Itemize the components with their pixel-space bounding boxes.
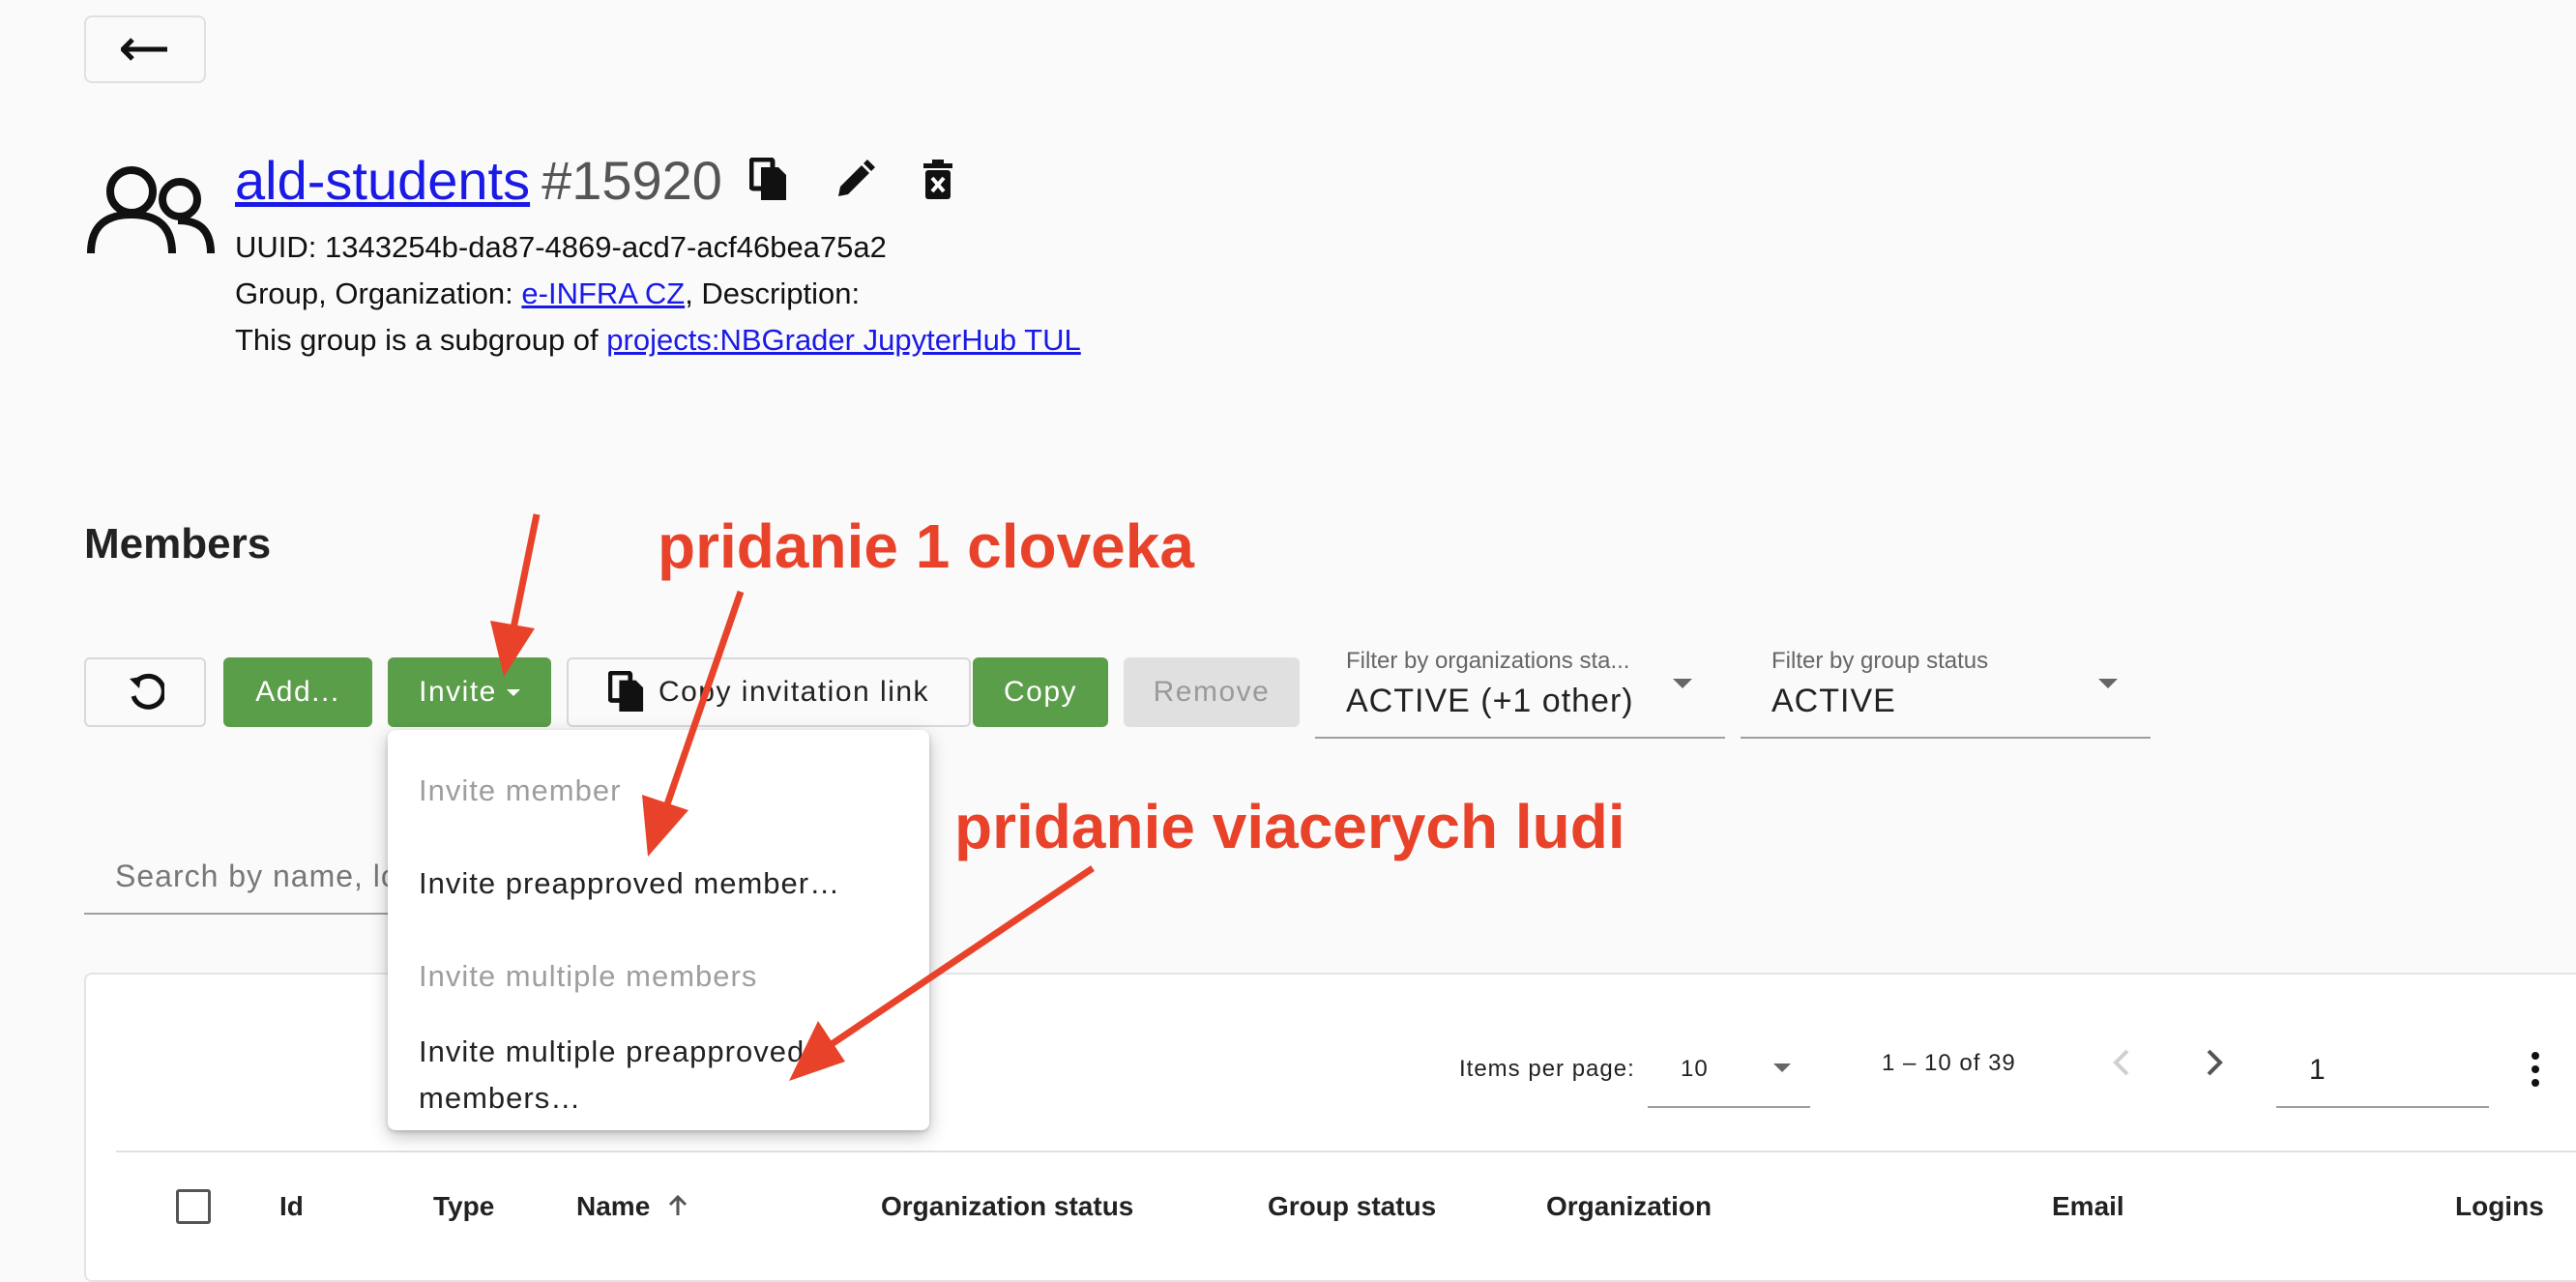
annotation-arrows xyxy=(490,513,1095,1081)
annotation-arrow-to-multiple xyxy=(789,865,1095,1081)
annotation-arrow-to-invite xyxy=(490,513,541,677)
annotation-arrow-to-preapproved xyxy=(642,590,745,857)
